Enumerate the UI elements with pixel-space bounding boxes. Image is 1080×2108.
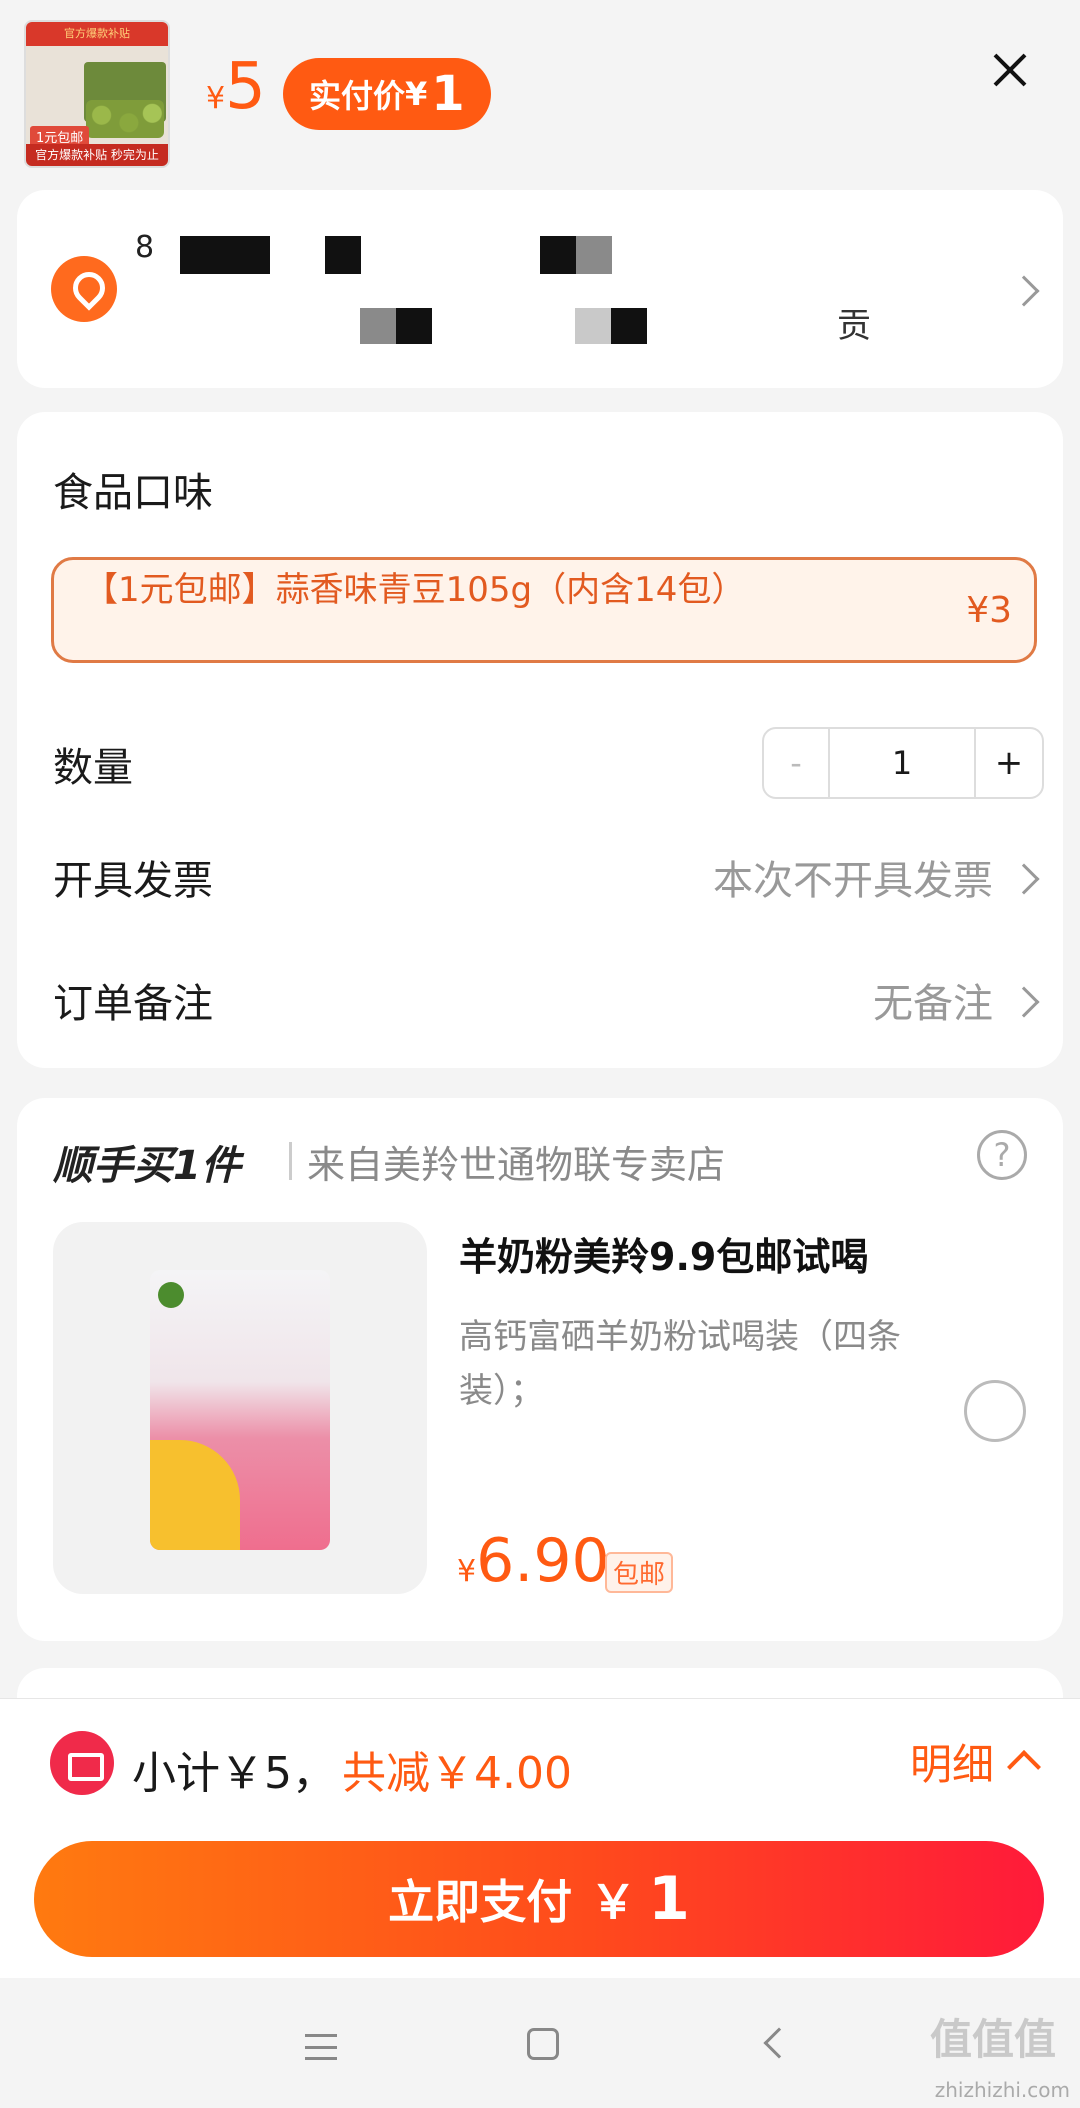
- flavor-label: 食品口味: [53, 470, 213, 516]
- paid-price-label: 实付价: [309, 77, 406, 115]
- paid-price-amount: 1: [431, 66, 465, 122]
- addon-shop-name: 来自美羚世通物联专卖店: [307, 1143, 726, 1187]
- unit-price: ¥5: [206, 55, 266, 119]
- pay-now-label: 立即支付: [388, 1875, 573, 1929]
- flavor-option-name: 【1元包邮】蒜香味青豆105g（内含14包）: [84, 570, 746, 610]
- addon-product-image[interactable]: [53, 1222, 427, 1594]
- redacted-block: [180, 236, 270, 274]
- addon-product-title[interactable]: 羊奶粉美羚9.9包邮试喝: [459, 1226, 868, 1281]
- addon-price-value: 6.90: [476, 1526, 610, 1596]
- thumbnail-top-banner: 官方爆款补贴: [26, 22, 168, 46]
- watermark-logo: 值值值: [930, 2015, 1057, 2064]
- help-icon[interactable]: ?: [977, 1130, 1027, 1180]
- addon-price-currency: ¥: [457, 1554, 477, 1589]
- addon-select-radio[interactable]: [964, 1380, 1026, 1442]
- chevron-up-icon[interactable]: [1007, 1750, 1041, 1784]
- order-note-row[interactable]: 订单备注 无备注: [17, 935, 1063, 1055]
- address-card[interactable]: 8 贡: [17, 190, 1063, 388]
- location-pin-icon: [51, 256, 117, 322]
- quantity-increase-button[interactable]: +: [976, 729, 1042, 797]
- paid-price-pill: 实付价 ¥ 1: [283, 58, 491, 130]
- system-nav-bar: 值值值 zhizhizhi.com: [0, 1978, 1080, 2108]
- milk-powder-bag: [150, 1270, 330, 1550]
- addon-card: 顺手买1件 来自美羚世通物联专卖店 ? 羊奶粉美羚9.9包邮试喝 高钙富硒羊奶粉…: [17, 1098, 1063, 1641]
- addon-product-desc: 高钙富硒羊奶粉试喝装（四条装）；: [459, 1317, 901, 1411]
- redacted-block: [576, 236, 612, 274]
- addon-divider: [289, 1142, 292, 1180]
- free-shipping-badge: 包邮: [605, 1552, 674, 1593]
- checkout-bar: 小计￥5， 共减￥4.00 明细 立即支付 ￥ 1: [0, 1698, 1080, 1978]
- flavor-option-chip[interactable]: 【1元包邮】蒜香味青豆105g（内含14包） ¥3: [51, 557, 1037, 663]
- quantity-stepper: - 1 +: [762, 727, 1044, 799]
- chevron-right-icon: [1008, 275, 1040, 307]
- quantity-decrease-button[interactable]: -: [764, 729, 830, 797]
- quantity-value[interactable]: 1: [830, 729, 976, 797]
- redacted-block: [540, 236, 576, 274]
- unit-price-value: 5: [225, 50, 266, 124]
- close-icon[interactable]: [985, 45, 1035, 95]
- chevron-right-icon: [1008, 863, 1040, 895]
- coupon-icon: [50, 1731, 114, 1795]
- back-icon[interactable]: [763, 2027, 795, 2059]
- pay-now-amount: 1: [648, 1864, 690, 1934]
- home-icon[interactable]: [527, 2028, 559, 2060]
- pay-now-currency: ￥: [590, 1875, 637, 1929]
- address-tail-text: 贡: [837, 306, 871, 346]
- watermark-text: zhizhizhi.com: [934, 2078, 1070, 2102]
- address-first-char: 8: [135, 230, 155, 265]
- redacted-block: [575, 308, 611, 344]
- brand-logo: [158, 1282, 184, 1308]
- invoice-row[interactable]: 开具发票 本次不开具发票: [17, 812, 1063, 932]
- order-note-value: 无备注: [873, 981, 993, 1027]
- redacted-block: [325, 236, 361, 274]
- thumbnail-peas: [86, 100, 164, 138]
- bag-yellow-shape: [150, 1440, 240, 1550]
- savings-text: 共减￥4.00: [342, 1748, 572, 1799]
- flavor-option-price: ¥3: [966, 590, 1012, 631]
- unit-price-currency: ¥: [206, 81, 226, 116]
- subtotal-text: 小计￥5，: [132, 1748, 336, 1799]
- price-detail-link[interactable]: 明细: [910, 1731, 994, 1792]
- menu-icon[interactable]: [305, 2034, 337, 2060]
- invoice-label: 开具发票: [53, 858, 213, 904]
- product-thumbnail: 官方爆款补贴 1元包邮 官方爆款补贴 秒完为止: [24, 20, 170, 168]
- addon-title: 顺手买1件: [53, 1143, 241, 1189]
- quantity-label: 数量: [53, 745, 133, 791]
- paid-price-currency: ¥: [405, 75, 428, 113]
- addon-product-price: ¥6.90: [457, 1526, 610, 1596]
- redacted-block: [396, 308, 432, 344]
- order-header: 官方爆款补贴 1元包邮 官方爆款补贴 秒完为止 ¥5 实付价 ¥ 1: [0, 0, 1080, 185]
- pay-now-button[interactable]: 立即支付 ￥ 1: [34, 1841, 1044, 1957]
- redacted-block: [611, 308, 647, 344]
- order-options-card: 食品口味 【1元包邮】蒜香味青豆105g（内含14包） ¥3 数量 - 1 + …: [17, 412, 1063, 1068]
- chevron-right-icon: [1008, 986, 1040, 1018]
- thumbnail-bottom-banner: 官方爆款补贴 秒完为止: [26, 144, 168, 166]
- invoice-value: 本次不开具发票: [713, 858, 993, 904]
- redacted-block: [360, 308, 396, 344]
- order-note-label: 订单备注: [53, 981, 213, 1027]
